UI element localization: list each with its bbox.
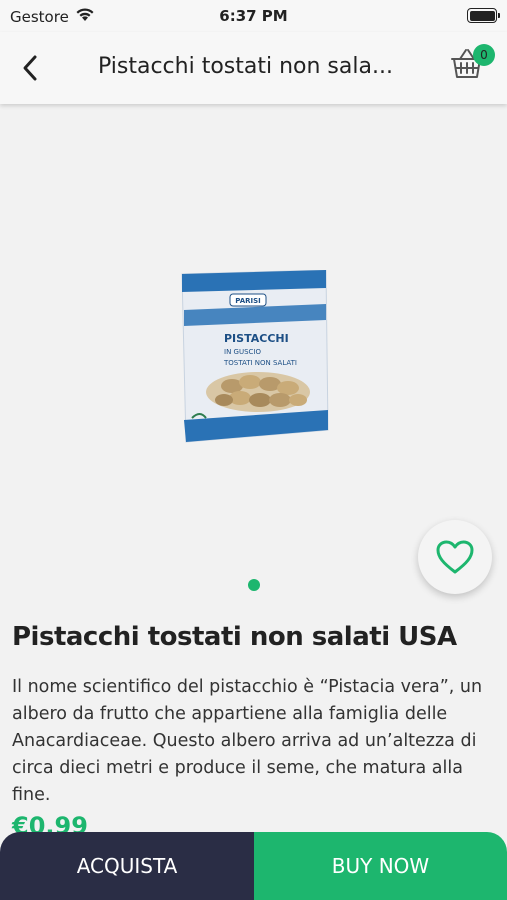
status-time: 6:37 PM <box>219 7 288 25</box>
cart-button[interactable]: 0 <box>449 44 495 86</box>
battery-icon <box>467 8 500 23</box>
cart-count-badge: 0 <box>473 44 495 66</box>
page-title: Pistacchi tostati non sala... <box>98 54 393 79</box>
package-line2: IN GUSCIO <box>224 348 261 356</box>
package-line3: TOSTATI NON SALATI <box>223 359 297 367</box>
chevron-left-icon <box>23 55 37 81</box>
product-description: Il nome scientifico del pistacchio è “Pi… <box>12 677 483 805</box>
package-line1: PISTACCHI <box>224 332 289 345</box>
back-button[interactable] <box>14 52 46 84</box>
action-bar: ACQUISTA BUY NOW <box>0 832 507 900</box>
buy-now-button[interactable]: BUY NOW <box>254 832 507 900</box>
status-bar: Gestore 6:37 PM <box>0 0 507 32</box>
heart-outline-icon <box>436 540 474 574</box>
acquista-button[interactable]: ACQUISTA <box>0 832 254 900</box>
navigation-bar: Pistacchi tostati non sala... 0 <box>0 32 507 104</box>
favorite-button[interactable] <box>418 520 492 594</box>
product-gallery[interactable]: PARISI PISTACCHI IN GUSCIO TOSTATI NON S… <box>0 104 507 604</box>
package-brand: PARISI <box>235 297 261 305</box>
gallery-page-indicator <box>248 579 260 591</box>
product-title: Pistacchi tostati non salati USA <box>12 622 457 652</box>
product-image: PARISI PISTACCHI IN GUSCIO TOSTATI NON S… <box>180 269 340 446</box>
